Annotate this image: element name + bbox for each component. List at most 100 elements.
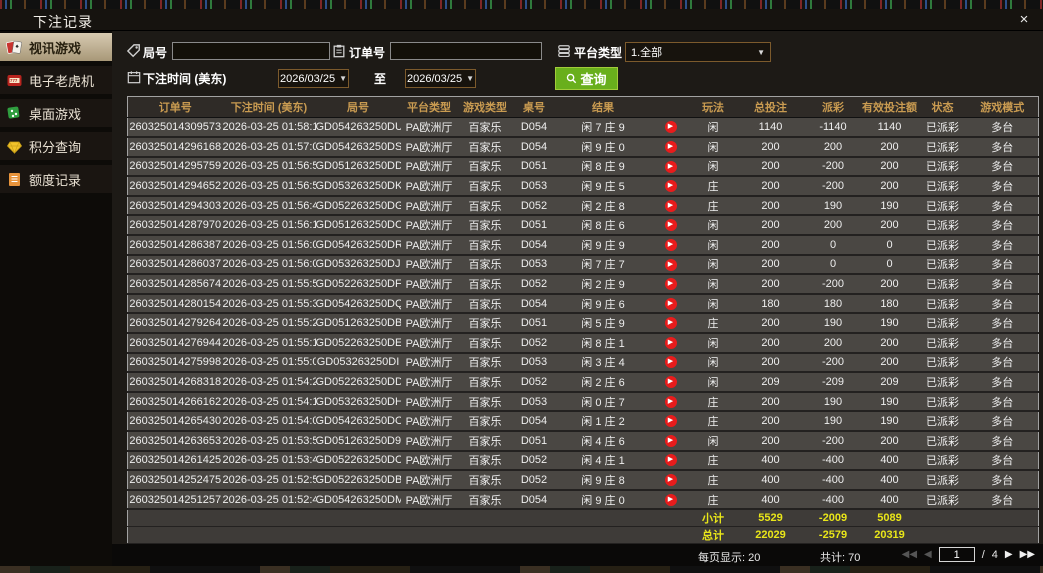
- valid-bet-cell: 200: [860, 137, 919, 158]
- payout-cell: -200: [805, 431, 861, 452]
- replay-play-icon[interactable]: ▶: [664, 199, 677, 212]
- play-method-cell: 闲: [690, 274, 736, 295]
- status-cell: 已派彩: [918, 254, 967, 276]
- column-header: [650, 96, 691, 118]
- replay-cell: ▶: [650, 254, 691, 276]
- last-page-icon[interactable]: ▶▶: [1020, 549, 1035, 560]
- date-to-picker[interactable]: 2026/03/25 ▼: [405, 69, 476, 88]
- replay-play-icon[interactable]: ▶: [664, 434, 677, 447]
- replay-play-icon[interactable]: ▶: [664, 415, 677, 428]
- replay-play-icon[interactable]: ▶: [664, 454, 677, 467]
- prev-page-icon[interactable]: ◀: [924, 549, 932, 560]
- valid-bet-cell: 0: [860, 235, 919, 256]
- game-type-cell: 百家乐: [457, 352, 513, 374]
- replay-play-icon[interactable]: ▶: [664, 140, 677, 153]
- total-bet-cell: 200: [735, 411, 806, 432]
- total-bet-cell: 200: [735, 352, 806, 374]
- table-no-cell: D052: [512, 333, 556, 354]
- sidebar-item-5[interactable]: 额度记录: [0, 165, 112, 193]
- search-button[interactable]: 查询: [555, 67, 618, 90]
- game-mode-cell: 多台: [966, 156, 1039, 178]
- main-panel: 局号 订单号 平台类型 1.全部 ▼ 下注时间 (美东) 2026/03/25 …: [112, 31, 1043, 567]
- chevron-down-icon: ▼: [757, 47, 765, 57]
- replay-play-icon[interactable]: ▶: [664, 336, 677, 349]
- replay-play-icon[interactable]: ▶: [664, 219, 677, 232]
- play-method-cell: 闲: [690, 156, 736, 178]
- replay-play-icon[interactable]: ▶: [664, 493, 677, 506]
- replay-cell: ▶: [650, 215, 691, 237]
- total-bet-cell: 180: [735, 293, 806, 315]
- platform-type-select[interactable]: 1.全部 ▼: [625, 42, 771, 62]
- table-row: 260325014280154 2026-03-25 01:55:31 GD0542…: [127, 293, 1039, 315]
- platform-type-cell: PA欧洲厅: [400, 489, 458, 511]
- close-icon[interactable]: ×: [1015, 11, 1033, 29]
- replay-play-icon[interactable]: ▶: [664, 258, 677, 271]
- result-cell: 闲 2 庄 6: [555, 372, 651, 393]
- payout-cell: 190: [805, 195, 861, 217]
- next-page-icon[interactable]: ▶: [1005, 549, 1013, 560]
- game-type-cell: 百家乐: [457, 372, 513, 393]
- replay-play-icon[interactable]: ▶: [664, 474, 677, 487]
- replay-play-icon[interactable]: ▶: [664, 395, 677, 408]
- sidebar-item-1[interactable]: ♠ 视讯游戏: [0, 33, 121, 61]
- order-no-input[interactable]: [390, 42, 542, 60]
- valid-bet-cell: 200: [860, 274, 919, 295]
- game-mode-cell: 多台: [966, 450, 1039, 472]
- game-mode-cell: 多台: [966, 431, 1039, 452]
- game-type-cell: 百家乐: [457, 215, 513, 237]
- platform-type-cell: PA欧洲厅: [400, 156, 458, 178]
- replay-play-icon[interactable]: ▶: [664, 180, 677, 193]
- column-header: 结果: [555, 96, 651, 118]
- replay-play-icon[interactable]: ▶: [664, 376, 677, 389]
- result-cell: 闲 8 庄 6: [555, 215, 651, 237]
- title-bar: 下注记录 ×: [0, 9, 1043, 31]
- replay-play-icon[interactable]: ▶: [664, 121, 677, 134]
- replay-play-icon[interactable]: ▶: [664, 317, 677, 330]
- sidebar-item-3[interactable]: 桌面游戏: [0, 99, 112, 127]
- result-cell: 闲 9 庄 9: [555, 235, 651, 256]
- page-number-input[interactable]: [938, 547, 975, 562]
- total-bet-cell: 400: [735, 470, 806, 491]
- payout-cell: -200: [805, 352, 861, 374]
- replay-play-icon[interactable]: ▶: [664, 297, 677, 310]
- date-from-picker[interactable]: 2026/03/25 ▼: [278, 69, 349, 88]
- bet-records-table: 订单号 下注时间 (美东) 局号 平台类型 游戏类型 桌号 结果 玩法 总投注 派彩 有效投注额 状态…: [127, 96, 1039, 545]
- sidebar-item-2[interactable]: 777 电子老虎机: [0, 66, 112, 94]
- status-cell: 已派彩: [918, 215, 967, 237]
- sidebar-item-4[interactable]: 积分查询: [0, 132, 112, 160]
- total-bet-cell: 200: [735, 176, 806, 197]
- replay-cell: ▶: [650, 333, 691, 354]
- replay-play-icon[interactable]: ▶: [664, 160, 677, 173]
- game-type-cell: 百家乐: [457, 470, 513, 491]
- total-bet-cell: 200: [735, 431, 806, 452]
- round-no-cell: GD054263250DM: [315, 489, 401, 511]
- result-cell: 闲 4 庄 1: [555, 450, 651, 472]
- total-count-label: 共计: 70: [820, 552, 861, 564]
- game-mode-cell: 多台: [966, 313, 1039, 335]
- replay-play-icon[interactable]: ▶: [664, 356, 677, 369]
- column-header: 桌号: [512, 96, 556, 118]
- table-no-cell: D053: [512, 391, 556, 413]
- game-mode-cell: 多台: [966, 293, 1039, 315]
- table-no-cell: D054: [512, 117, 556, 139]
- valid-bet-cell: 200: [860, 176, 919, 197]
- column-header: 下注时间 (美东): [222, 96, 316, 118]
- valid-bet-cell: 200: [860, 352, 919, 374]
- bet-time-cell: 2026-03-25 01:55:31: [222, 293, 316, 315]
- round-no-cell: GD053263250DJ: [315, 254, 401, 276]
- bet-time-cell: 2026-03-25 01:53:48: [222, 450, 316, 472]
- play-method-cell: 闲: [690, 235, 736, 256]
- replay-cell: ▶: [650, 313, 691, 335]
- order-no-cell: 260325014265430: [127, 411, 223, 432]
- round-no-cell: GD052263250DD: [315, 372, 401, 393]
- replay-play-icon[interactable]: ▶: [664, 278, 677, 291]
- first-page-icon[interactable]: ◀◀: [902, 549, 917, 560]
- round-no-cell: GD053263250DI: [315, 352, 401, 374]
- result-cell: 闲 4 庄 6: [555, 431, 651, 452]
- game-type-cell: 百家乐: [457, 195, 513, 217]
- total-bet-cell: 200: [735, 254, 806, 276]
- status-cell: 已派彩: [918, 156, 967, 178]
- round-no-input[interactable]: [172, 42, 330, 60]
- platform-type-label: 平台类型: [574, 46, 623, 60]
- replay-play-icon[interactable]: ▶: [664, 238, 677, 251]
